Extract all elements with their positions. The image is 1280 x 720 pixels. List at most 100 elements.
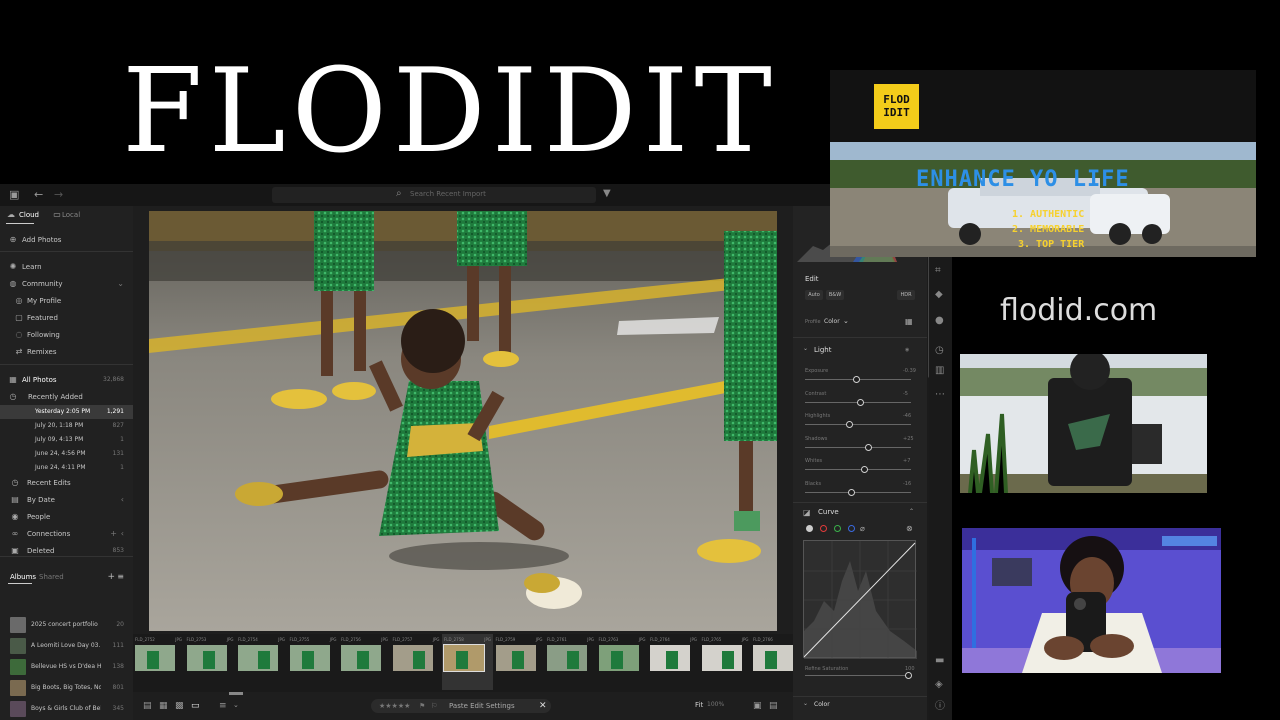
- search-input[interactable]: ⌕ Search Recent Import: [272, 187, 596, 203]
- color-section-title[interactable]: Color: [814, 701, 830, 708]
- sidebar-item-connections[interactable]: ∞ Connections + ‹: [0, 527, 133, 541]
- sidebar-item-remixes[interactable]: ⇄ Remixes: [0, 345, 133, 359]
- crop-icon[interactable]: ⌗: [935, 266, 941, 276]
- slider-knob[interactable]: [846, 421, 853, 428]
- chevron-down-icon[interactable]: ⌄: [803, 700, 808, 707]
- flag-icon[interactable]: ⚑: [419, 699, 425, 713]
- filmstrip-thumbnail[interactable]: FLD_2757 JPG: [391, 634, 442, 690]
- light-section-title[interactable]: Light: [814, 346, 831, 354]
- slider-shadows[interactable]: [805, 443, 911, 453]
- add-photos-button[interactable]: ⊕ Add Photos: [0, 233, 133, 247]
- shared-tab-label[interactable]: Shared: [39, 570, 64, 584]
- slider-whites[interactable]: [805, 465, 911, 475]
- filmstrip-thumbnail[interactable]: FLD_2761 JPG: [545, 634, 596, 690]
- mask-icon[interactable]: ●: [935, 316, 944, 326]
- slider-value[interactable]: +25: [903, 436, 914, 442]
- album-item[interactable]: A Leomiti Love Day 03... 111: [0, 637, 133, 657]
- forward-arrow-icon[interactable]: →: [54, 188, 63, 202]
- filter-icon[interactable]: ▼: [603, 188, 611, 199]
- history-icon[interactable]: ◷: [935, 346, 944, 356]
- profile-browser-icon[interactable]: ▦: [905, 317, 913, 326]
- tab-albums[interactable]: Albums Shared + ≡: [0, 570, 133, 584]
- plus-icon[interactable]: +: [110, 527, 117, 541]
- slider-knob[interactable]: [865, 443, 872, 451]
- album-item[interactable]: Bellevue HS vs D'dea H... 138: [0, 658, 133, 678]
- recent-import-item[interactable]: July 20, 1:18 PM 827: [0, 419, 133, 433]
- hdr-button[interactable]: HDR: [897, 290, 915, 300]
- bw-button[interactable]: B&W: [826, 290, 844, 300]
- filmstrip-thumbnail[interactable]: FLD_2755 JPG: [288, 634, 339, 690]
- recent-import-item[interactable]: Yesterday 2:05 PM 1,291: [0, 405, 133, 419]
- sidebar-item-featured[interactable]: ▢ Featured: [0, 311, 133, 325]
- slider-value[interactable]: +7: [903, 458, 910, 464]
- eye-icon[interactable]: ◉: [905, 347, 909, 353]
- sidebar-item-by-date[interactable]: ▤ By Date ‹: [0, 493, 133, 507]
- chevron-down-icon[interactable]: ⌄: [233, 701, 239, 709]
- paste-edit-settings-button[interactable]: Paste Edit Settings: [449, 699, 515, 713]
- blue-channel-icon[interactable]: [848, 525, 855, 532]
- slider-knob[interactable]: [905, 672, 912, 679]
- filmstrip-thumbnail[interactable]: FLD_2764 JPG: [648, 634, 699, 690]
- chevron-up-icon[interactable]: ⌃: [909, 508, 914, 515]
- zoom-level[interactable]: 100%: [707, 701, 724, 708]
- slider-knob[interactable]: [848, 488, 855, 496]
- tone-curve[interactable]: [803, 540, 917, 659]
- auto-button[interactable]: Auto: [805, 290, 823, 300]
- fit-button[interactable]: Fit: [695, 701, 703, 709]
- chevron-left-icon[interactable]: ‹: [121, 493, 124, 507]
- compare-icon[interactable]: ▣: [753, 701, 762, 711]
- eyedropper-icon[interactable]: ⌀: [860, 524, 865, 533]
- panel-toggle-icon[interactable]: ▣: [9, 188, 19, 202]
- red-channel-icon[interactable]: [820, 525, 827, 532]
- filmstrip-thumbnail[interactable]: FLD_2753 JPG: [185, 634, 236, 690]
- comment-icon[interactable]: ▬: [935, 656, 944, 666]
- slider-value[interactable]: -5: [903, 391, 908, 397]
- tag-icon[interactable]: ◈: [935, 680, 943, 690]
- slider-blacks[interactable]: [805, 488, 911, 498]
- slider-knob[interactable]: [853, 376, 860, 383]
- refine-saturation-slider[interactable]: [805, 671, 912, 681]
- add-album-icon[interactable]: +: [107, 570, 115, 584]
- filmstrip-thumbnail[interactable]: FLD_2758 JPG: [442, 634, 493, 690]
- sidebar-item-deleted[interactable]: ▣ Deleted 853: [0, 544, 133, 558]
- info-view-icon[interactable]: ▤: [769, 701, 778, 711]
- sidebar-item-recently-added[interactable]: ◷ Recently Added: [0, 390, 133, 404]
- sidebar-item-people[interactable]: ◉ People: [0, 510, 133, 524]
- slider-knob[interactable]: [857, 398, 864, 406]
- green-channel-icon[interactable]: [834, 525, 841, 532]
- recent-import-item[interactable]: July 09, 4:13 PM 1: [0, 433, 133, 447]
- slider-highlights[interactable]: [805, 420, 911, 430]
- recent-import-item[interactable]: June 24, 4:11 PM 1: [0, 461, 133, 475]
- compact-grid-icon[interactable]: ▩: [175, 701, 184, 711]
- scroll-indicator[interactable]: [229, 692, 243, 695]
- grid-icon[interactable]: ▦: [159, 701, 168, 711]
- filmstrip-thumbnail[interactable]: FLD_2752 JPG: [133, 634, 184, 690]
- sort-menu-icon[interactable]: ≡: [219, 701, 227, 711]
- filmstrip-thumbnail[interactable]: FLD_2759 JPG: [494, 634, 545, 690]
- album-item[interactable]: Big Boots, Big Totes, No... 801: [0, 679, 133, 699]
- square-grid-icon[interactable]: ▤: [143, 701, 152, 711]
- slider-exposure[interactable]: [805, 375, 911, 385]
- sidebar-item-community[interactable]: ◍ Community ⌄: [0, 277, 133, 291]
- recent-import-item[interactable]: June 24, 4:56 PM 131: [0, 447, 133, 461]
- main-photo[interactable]: [149, 211, 777, 631]
- slider-value[interactable]: -16: [903, 481, 911, 487]
- website-link[interactable]: flodid.com: [1000, 293, 1157, 328]
- star-rating-icons[interactable]: ★★★★★: [379, 699, 410, 713]
- chevron-down-icon[interactable]: ⌄: [117, 277, 124, 291]
- sidebar-item-following[interactable]: ◌ Following: [0, 328, 133, 342]
- filmstrip-thumbnail[interactable]: FLD_2763 JPG: [597, 634, 648, 690]
- sort-icon[interactable]: ≡: [117, 570, 124, 584]
- album-item[interactable]: Boys & Girls Club of Bel... 345: [0, 700, 133, 720]
- sidebar-item-my-profile[interactable]: ◎ My Profile: [0, 294, 133, 308]
- chevron-down-icon[interactable]: ⌄: [803, 345, 808, 352]
- sidebar-item-all-photos[interactable]: ▦ All Photos 32,868: [0, 373, 133, 387]
- chevron-down-icon[interactable]: ⌄: [843, 317, 849, 325]
- slider-value[interactable]: -46: [903, 413, 911, 419]
- profile-select[interactable]: Color: [824, 318, 840, 325]
- info-icon[interactable]: ⓘ: [935, 702, 945, 712]
- more-icon[interactable]: ⋯: [935, 390, 945, 400]
- filmstrip-thumbnail[interactable]: FLD_2765 JPG: [700, 634, 751, 690]
- slider-contrast[interactable]: [805, 398, 911, 408]
- close-icon[interactable]: ✕: [539, 699, 547, 713]
